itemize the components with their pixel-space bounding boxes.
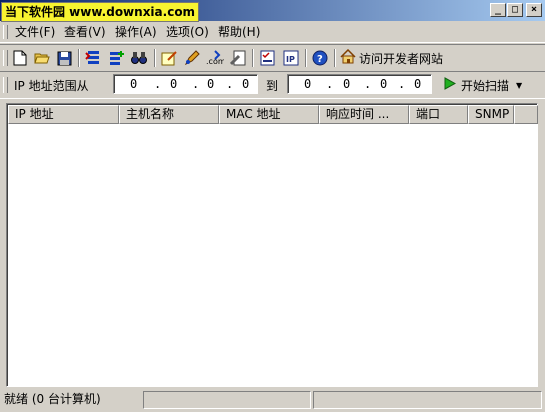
end-ip-input[interactable]: 0 . 0 . 0 . 0 [287,74,432,94]
toolbar-separator [252,49,254,67]
ip-icon[interactable]: IP [282,49,300,67]
maximize-button[interactable]: □ [507,3,523,17]
title-bar[interactable]: 当下软件园 www.downxia.com _ □ × [0,0,545,22]
column-filler [514,105,538,124]
scan-dropdown-arrow-icon[interactable]: ▼ [516,81,522,90]
checklist-icon[interactable] [258,49,276,67]
status-panel-2 [143,391,311,409]
status-panel-3 [313,391,542,409]
svg-text:?: ? [317,54,323,65]
toolbar-separator [334,49,336,67]
play-icon [444,77,457,93]
svg-text:IP: IP [286,55,295,64]
menu-options[interactable]: 选项(O) [166,25,209,39]
rangebar-grip[interactable] [3,77,8,93]
toolbar-separator [78,49,80,67]
close-button[interactable]: × [526,3,542,17]
start-ip-input[interactable]: 0 . 0 . 0 . 0 [113,74,258,94]
menu-action[interactable]: 操作(A) [115,25,157,39]
menu-file[interactable]: 文件(F) [15,25,55,39]
menubar-grip[interactable] [3,25,8,39]
ip-range-from-label: IP 地址范围从 [14,79,89,93]
column-port[interactable]: 端口 [409,105,468,124]
menu-help[interactable]: 帮助(H) [218,25,260,39]
ip-range-to-label: 到 [266,79,279,93]
toolbar-grip[interactable] [3,50,8,66]
start-scan-label: 开始扫描 [461,78,510,93]
new-file-icon[interactable] [11,49,29,67]
help-icon[interactable]: ? [311,49,329,67]
status-bar: 就绪 (0 台计算机) [0,390,545,412]
column-ip-address[interactable]: IP 地址 [8,105,119,124]
add-list-icon[interactable] [107,49,125,67]
watermark-banner: 当下软件园 www.downxia.com [1,2,200,22]
minimize-button[interactable]: _ [490,3,506,17]
column-host-name[interactable]: 主机名称 [119,105,219,124]
ip-range-bar: IP 地址范围从 0 . 0 . 0 . 0 到 0 . 0 . 0 . 0 开… [0,71,545,99]
wrench-doc-icon[interactable] [229,49,247,67]
menu-bar: 文件(F) 查看(V) 操作(A) 选项(O) 帮助(H) [0,22,545,43]
dot-com-icon[interactable]: .com [206,49,224,67]
toolbar-separator [305,49,307,67]
start-scan-button[interactable]: 开始扫描 ▼ [444,75,522,95]
save-disk-icon[interactable] [55,49,73,67]
visit-developer-button[interactable]: 访问开发者网站 [340,48,444,67]
pen-tool-icon[interactable] [183,49,201,67]
status-text: 就绪 (0 台计算机) [4,392,101,406]
toolbar: .com IP ? 访问开发者网站 [0,44,545,72]
import-list-icon[interactable] [84,49,102,67]
toolbar-separator [154,49,156,67]
open-folder-icon[interactable] [33,49,51,67]
note-edit-icon[interactable] [160,49,178,67]
home-icon [340,48,356,67]
column-mac-address[interactable]: MAC 地址 [219,105,319,124]
column-response-time[interactable]: 响应时间 ... [319,105,409,124]
app-window: 当下软件园 www.downxia.com _ □ × 文件(F) 查看(V) … [0,0,545,412]
visit-developer-label: 访问开发者网站 [359,51,444,66]
column-snmp[interactable]: SNMP [468,105,514,124]
find-binoculars-icon[interactable] [130,49,148,67]
results-list[interactable]: IP 地址 主机名称 MAC 地址 响应时间 ... 端口 SNMP [6,103,538,387]
menu-view[interactable]: 查看(V) [64,25,106,39]
